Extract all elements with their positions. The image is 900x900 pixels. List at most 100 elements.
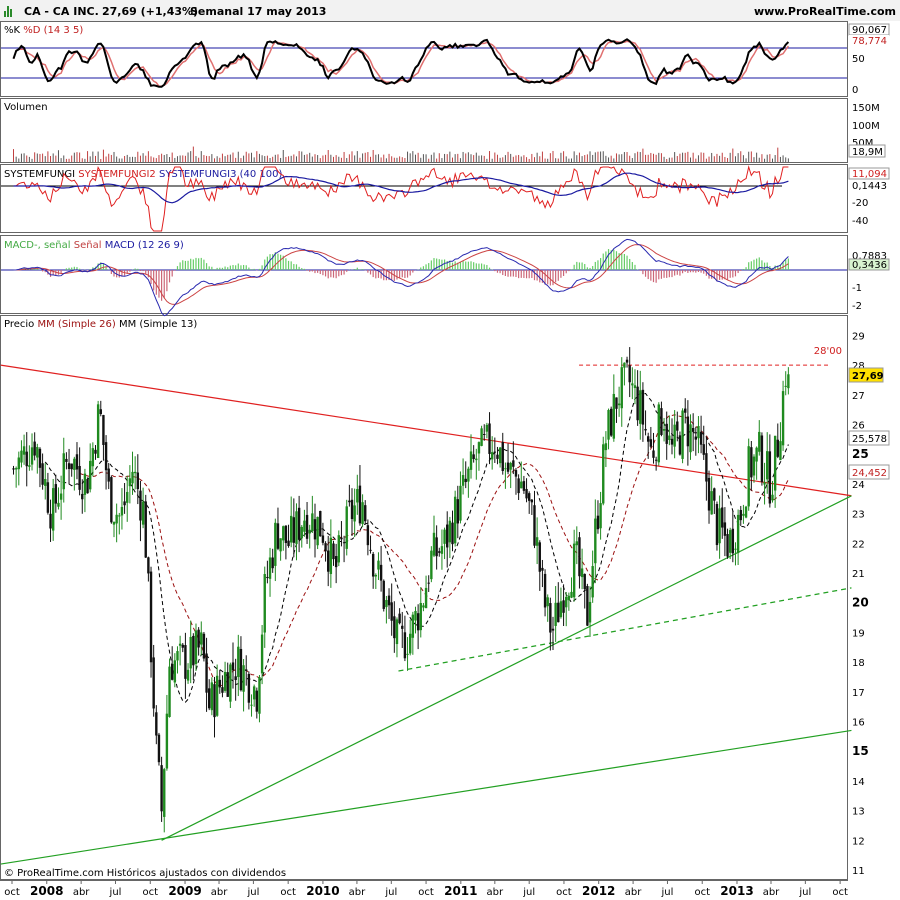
candle-body-38 bbox=[112, 521, 116, 525]
candle-body-30 bbox=[91, 448, 95, 467]
candle-body-125 bbox=[342, 542, 346, 544]
price-tick-20: 20 bbox=[852, 596, 869, 610]
candle-body-251 bbox=[676, 421, 679, 431]
candle-body-238 bbox=[641, 389, 645, 425]
candle-body-25 bbox=[78, 465, 81, 490]
candle-body-205 bbox=[554, 602, 557, 626]
last-price-change: 27,69 (+1,43%) bbox=[102, 5, 198, 18]
candle-body-186 bbox=[504, 468, 507, 470]
candle-body-12 bbox=[44, 479, 47, 486]
candle-body-54 bbox=[155, 712, 158, 736]
price-tick-29: 29 bbox=[852, 331, 865, 342]
candle-body-169 bbox=[459, 485, 462, 521]
candle-body-263 bbox=[707, 477, 711, 511]
period-date: Semanal 17 may 2013 bbox=[190, 5, 326, 18]
candle-body-192 bbox=[520, 481, 523, 489]
candle-body-204 bbox=[551, 628, 555, 631]
candle-body-195 bbox=[527, 493, 531, 501]
candle-body-2 bbox=[17, 457, 21, 470]
site-url[interactable]: www.ProRealTime.com bbox=[754, 5, 896, 18]
candle-body-122 bbox=[334, 556, 338, 568]
candle-body-132 bbox=[361, 502, 364, 525]
candle-body-143 bbox=[390, 602, 393, 621]
candle-body-73 bbox=[205, 653, 208, 693]
candle-body-217 bbox=[586, 586, 589, 626]
candle-body-183 bbox=[496, 454, 499, 459]
stoch-k-tag: 90,067 bbox=[852, 25, 887, 36]
candle-body-120 bbox=[329, 537, 333, 575]
candle-body-128 bbox=[350, 499, 354, 520]
candle-body-9 bbox=[36, 447, 39, 458]
candle-body-130 bbox=[356, 489, 359, 503]
candle-body-41 bbox=[120, 506, 124, 516]
candle-body-248 bbox=[668, 435, 671, 440]
price-tick-18: 18 bbox=[852, 658, 865, 669]
candle-body-235 bbox=[633, 385, 637, 389]
time-label-21: 2013 bbox=[720, 884, 753, 898]
candle-body-148 bbox=[403, 632, 407, 659]
candle-body-269 bbox=[723, 522, 727, 536]
candle-body-287 bbox=[771, 494, 774, 501]
candle-body-65 bbox=[184, 645, 187, 679]
candle-body-24 bbox=[75, 454, 79, 470]
candle-body-152 bbox=[414, 610, 417, 621]
candle-body-123 bbox=[337, 535, 340, 563]
candle-body-51 bbox=[147, 557, 150, 574]
candle-body-97 bbox=[268, 557, 272, 579]
time-label-17: 2012 bbox=[582, 884, 615, 898]
candle-body-153 bbox=[416, 613, 420, 631]
candle-body-72 bbox=[202, 633, 206, 659]
candle-body-246 bbox=[662, 428, 666, 431]
candle-body-70 bbox=[197, 629, 200, 648]
candle-body-60 bbox=[170, 663, 174, 680]
candle-body-177 bbox=[480, 428, 483, 446]
candle-body-67 bbox=[189, 636, 192, 669]
time-label-0: oct bbox=[4, 887, 20, 898]
candle-body-40 bbox=[118, 515, 121, 517]
candle-body-240 bbox=[647, 436, 650, 442]
candle-body-102 bbox=[282, 526, 285, 541]
candle-body-113 bbox=[311, 513, 314, 532]
candle-body-139 bbox=[379, 564, 383, 581]
candle-body-173 bbox=[469, 451, 473, 470]
candle-body-268 bbox=[721, 507, 724, 528]
candle-body-8 bbox=[33, 441, 36, 456]
candle-body-244 bbox=[657, 404, 660, 463]
candle-body-211 bbox=[570, 591, 573, 598]
candle-body-162 bbox=[440, 546, 444, 554]
candle-body-22 bbox=[70, 463, 73, 470]
candle-body-33 bbox=[99, 409, 102, 415]
sysfungi-last-tag: 11,094 bbox=[852, 169, 887, 180]
candle-body-260 bbox=[699, 431, 703, 445]
candle-body-94 bbox=[260, 634, 264, 674]
candle-body-247 bbox=[665, 423, 668, 444]
candle-body-21 bbox=[67, 463, 71, 470]
candle-body-42 bbox=[123, 501, 126, 506]
candle-body-210 bbox=[567, 595, 571, 601]
volume-tick-150m: 150M bbox=[852, 103, 880, 114]
candle-body-74 bbox=[208, 688, 211, 709]
candle-body-171 bbox=[464, 478, 467, 483]
candle-body-144 bbox=[393, 616, 396, 639]
candle-body-185 bbox=[501, 442, 504, 471]
price-tick-25: 25 bbox=[852, 447, 869, 461]
price-tick-27: 27 bbox=[852, 391, 865, 402]
candle-body-19 bbox=[62, 453, 65, 490]
candle-body-142 bbox=[387, 595, 391, 606]
stoch-tick-50: 50 bbox=[852, 54, 865, 65]
candle-body-99 bbox=[274, 522, 277, 566]
candle-body-175 bbox=[475, 458, 478, 461]
candle-body-118 bbox=[324, 543, 327, 552]
candle-body-203 bbox=[549, 603, 552, 633]
candle-body-258 bbox=[694, 436, 698, 440]
candle-body-228 bbox=[615, 397, 618, 409]
time-label-24: oct bbox=[832, 887, 848, 898]
candle-body-168 bbox=[456, 499, 459, 524]
candle-body-243 bbox=[654, 459, 658, 461]
candle-body-80 bbox=[223, 671, 227, 691]
stoch-title: %K %D (14 3 5) bbox=[4, 25, 83, 36]
candle-body-68 bbox=[192, 635, 195, 666]
stoch-tick-0: 0 bbox=[852, 85, 858, 96]
candle-body-101 bbox=[279, 538, 282, 552]
candle-body-151 bbox=[411, 614, 415, 638]
